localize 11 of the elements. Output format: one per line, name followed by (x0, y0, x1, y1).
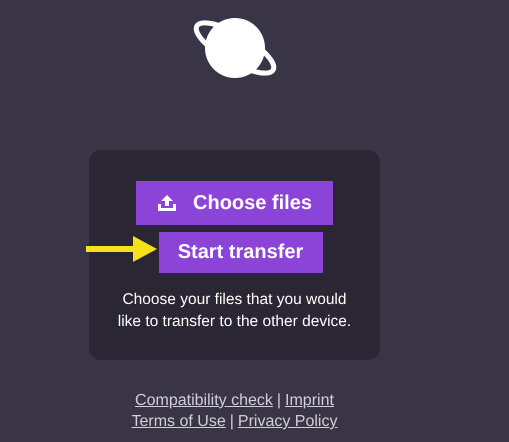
footer-link[interactable]: Privacy Policy (238, 411, 338, 432)
separator: | (230, 412, 234, 432)
footer-link[interactable]: Imprint (285, 390, 334, 411)
arrow-icon (83, 233, 159, 265)
footer-link[interactable]: Terms of Use (132, 411, 226, 432)
footer-link[interactable]: Compatibility check (135, 390, 273, 411)
description-text: Choose your files that you would like to transfer to the other device. (116, 290, 352, 332)
choose-files-button[interactable]: Choose files (136, 181, 333, 225)
upload-icon (157, 194, 178, 212)
start-transfer-button[interactable]: Start transfer (158, 232, 322, 273)
separator: | (276, 391, 282, 411)
